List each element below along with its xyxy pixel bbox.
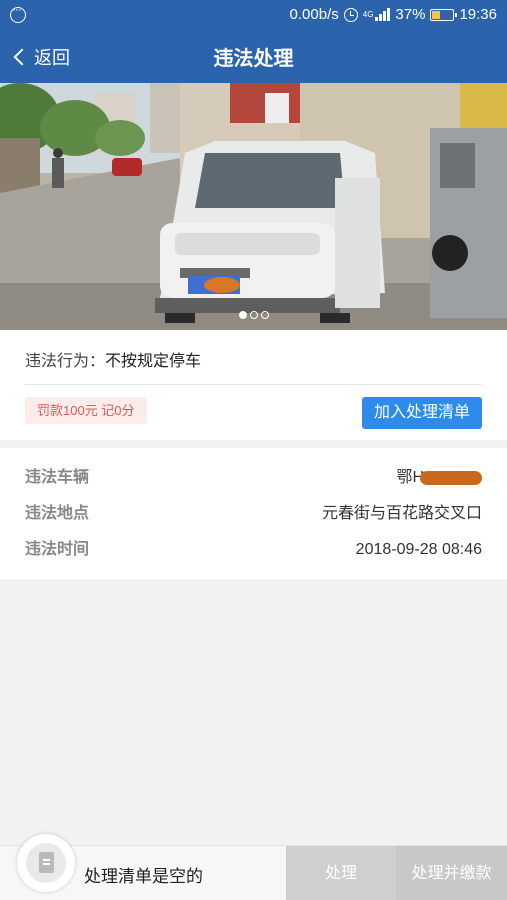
battery-icon: [430, 8, 458, 21]
time-row: 违法时间 2018-09-28 08:46: [25, 538, 482, 562]
vehicle-row: 违法车辆 鄂H: [25, 466, 482, 490]
status-bar: 0.00b/s 4G 37% 19:36: [0, 0, 507, 30]
list-empty-text: 处理清单是空的: [84, 867, 203, 886]
divider: [25, 384, 482, 385]
location-row: 违法地点 元春街与百花路交叉口: [25, 502, 482, 526]
carousel-dot: [249, 311, 258, 319]
net-speed: 0.00b/s: [289, 6, 339, 23]
violation-photo-carousel[interactable]: [0, 83, 507, 330]
behavior-label: 违法行为：: [25, 353, 106, 370]
vehicle-label: 违法车辆: [25, 469, 90, 486]
nav-bar: 返回 违法处理: [0, 30, 507, 83]
battery-percent: 37%: [395, 6, 426, 23]
status-indicators: 0.00b/s 4G 37% 19:36: [290, 6, 497, 23]
process-list-button[interactable]: [17, 834, 75, 892]
carousel-dot: [260, 311, 269, 319]
fine-badge: 罚款100元 记0分: [25, 397, 147, 424]
violation-photo: [0, 83, 507, 330]
carousel-dot: [238, 311, 247, 319]
location-label: 违法地点: [25, 505, 90, 522]
clock: 19:36: [459, 6, 497, 23]
page-title: 违法处理: [213, 48, 294, 70]
plate-redaction: [420, 470, 482, 485]
process-and-pay-button[interactable]: 处理并缴款: [396, 846, 507, 900]
process-button[interactable]: 处理: [286, 846, 396, 900]
time-value: 2018-09-28 08:46: [355, 541, 482, 558]
carousel-indicator: [0, 311, 507, 319]
violation-details: 违法车辆 鄂H 违法地点 元春街与百花路交叉口 违法时间 2018-09-28 …: [0, 448, 507, 579]
add-to-list-button[interactable]: 加入处理清单: [362, 397, 482, 429]
alarm-icon: [343, 7, 358, 22]
violation-behavior: 违法行为：不按规定停车: [25, 347, 201, 371]
bottom-bar: 处理清单是空的 处理 处理并缴款: [0, 834, 507, 900]
vehicle-plate: 鄂H: [396, 466, 482, 490]
list-icon: [26, 843, 66, 883]
location-value: 元春街与百花路交叉口: [321, 505, 482, 522]
behavior-value: 不按规定停车: [105, 353, 202, 370]
signal-icon: [375, 8, 391, 21]
chat-notification-icon: [10, 2, 26, 23]
violation-card: 违法行为：不按规定停车 罚款100元 记0分 加入处理清单: [0, 330, 507, 440]
document-icon: [39, 852, 54, 873]
network-type: 4G: [362, 10, 374, 19]
time-label: 违法时间: [25, 541, 90, 558]
